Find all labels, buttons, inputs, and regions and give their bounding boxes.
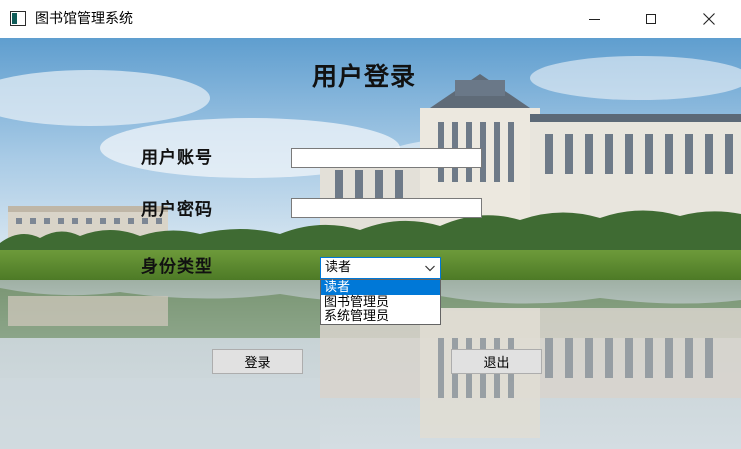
- role-option-sysadmin[interactable]: 系统管理员: [321, 309, 440, 324]
- maximize-button[interactable]: [628, 0, 674, 38]
- role-select[interactable]: 读者: [320, 257, 441, 279]
- password-input[interactable]: [291, 198, 482, 218]
- account-label: 用户账号: [141, 148, 213, 168]
- close-icon: [703, 13, 715, 25]
- maximize-icon: [646, 14, 656, 24]
- account-input[interactable]: [291, 148, 482, 168]
- page-title: 用户登录: [312, 62, 417, 91]
- role-option-librarian[interactable]: 图书管理员: [321, 295, 440, 310]
- minimize-button[interactable]: [571, 0, 617, 38]
- minimize-icon: [588, 18, 600, 20]
- window-title: 图书馆管理系统: [35, 11, 133, 27]
- campus-background-image: [0, 38, 741, 449]
- chevron-down-icon: [425, 265, 435, 272]
- password-label: 用户密码: [141, 200, 213, 220]
- role-option-reader[interactable]: 读者: [321, 280, 440, 295]
- app-window: 图书馆管理系统 用户登录 用户账号 用户密码 身份类型 读者 读者 图书管理员 …: [0, 0, 741, 449]
- title-bar[interactable]: 图书馆管理系统: [0, 0, 741, 38]
- app-window-icon: [10, 11, 26, 26]
- role-dropdown-list: 读者 图书管理员 系统管理员: [320, 279, 441, 325]
- login-button[interactable]: 登录: [212, 349, 303, 374]
- exit-button[interactable]: 退出: [451, 349, 542, 374]
- role-label: 身份类型: [141, 257, 213, 277]
- role-selected-value: 读者: [325, 260, 352, 275]
- login-panel: 用户登录 用户账号 用户密码 身份类型 读者 读者 图书管理员 系统管理员 登录…: [0, 38, 741, 449]
- close-button[interactable]: [686, 0, 732, 38]
